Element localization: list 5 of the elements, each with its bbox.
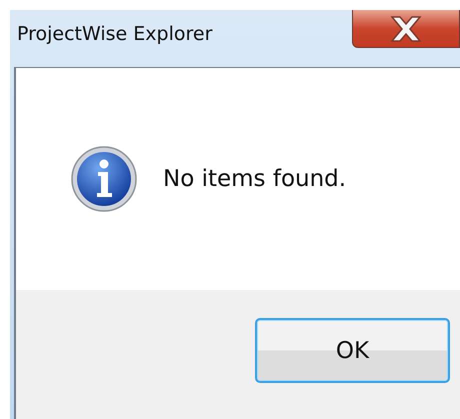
close-button[interactable] xyxy=(352,10,460,48)
info-icon xyxy=(70,145,138,213)
ok-button[interactable]: OK xyxy=(255,318,450,383)
window-title: ProjectWise Explorer xyxy=(16,22,212,45)
message-text: No items found. xyxy=(163,166,346,192)
